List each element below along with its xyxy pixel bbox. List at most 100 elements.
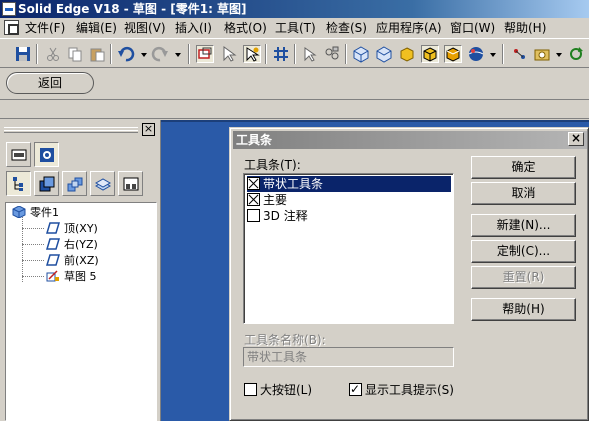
toolbar-list-label: 工具条(T): <box>244 158 301 172</box>
redo-dropdown-icon[interactable] <box>175 53 181 57</box>
list-item-3d-annotation[interactable]: 3D 注释 <box>247 208 451 224</box>
shaded-visible-edges-icon[interactable] <box>444 45 462 63</box>
document-icon[interactable] <box>4 20 19 35</box>
list-item-main[interactable]: 主要 <box>247 192 451 208</box>
ribbon-strip <box>0 101 589 119</box>
show-tooltips-option[interactable]: 显示工具提示(S) <box>349 381 454 398</box>
large-buttons-option[interactable]: 大按钮(L) <box>244 382 312 398</box>
plane-icon <box>46 254 60 266</box>
show-tooltips-checkbox[interactable] <box>349 381 362 397</box>
tree-item-label: 草图 5 <box>64 270 97 283</box>
cut-icon[interactable] <box>44 45 62 63</box>
back-button[interactable]: 返回 <box>6 72 94 94</box>
tree-item-label: 零件1 <box>30 206 59 219</box>
tree-item-label: 顶(XY) <box>64 222 98 235</box>
pane-tab-sheets-button[interactable] <box>90 171 115 196</box>
menu-insert[interactable]: 插入(I) <box>173 20 214 36</box>
select-tool-icon[interactable] <box>220 45 238 63</box>
menu-file[interactable]: 文件(F) <box>23 20 67 36</box>
pane-tab-parts-button[interactable] <box>62 171 87 196</box>
tree-item-top-plane[interactable]: 顶(XY) <box>46 221 98 237</box>
pane-close-button[interactable]: × <box>142 123 155 136</box>
groups-icon <box>123 177 139 191</box>
plane-icon <box>46 238 60 250</box>
menu-tools[interactable]: 工具(T) <box>273 20 318 36</box>
pane-tab-library-button[interactable] <box>6 142 31 167</box>
relations-icon[interactable] <box>323 45 341 63</box>
large-buttons-checkbox[interactable] <box>244 383 257 396</box>
menu-view[interactable]: 视图(V) <box>122 20 168 36</box>
camera-dropdown-icon[interactable] <box>556 53 562 57</box>
tree-item-front-plane[interactable]: 前(XZ) <box>46 253 99 269</box>
part-icon <box>12 206 26 218</box>
list-item-ribbon[interactable]: 带状工具条 <box>247 176 451 192</box>
list-item-label: 带状工具条 <box>263 177 324 191</box>
customize-button[interactable]: 定制(C)... <box>471 240 576 263</box>
command-bar: 返回 <box>0 68 589 100</box>
camera-icon[interactable] <box>533 45 551 63</box>
view-iso-icon[interactable] <box>352 45 370 63</box>
render-sphere-icon[interactable] <box>467 45 485 63</box>
menu-edit[interactable]: 编辑(E) <box>74 20 119 36</box>
show-tooltips-label: 显示工具提示(S) <box>365 383 454 397</box>
undo-dropdown-icon[interactable] <box>141 53 147 57</box>
smart-select-icon[interactable] <box>243 45 261 63</box>
save-icon[interactable] <box>14 45 32 63</box>
pane-tab-layers-button[interactable] <box>34 171 59 196</box>
redo-icon[interactable] <box>151 45 169 63</box>
graphics-border <box>161 120 589 122</box>
toolbar-name-label: 工具条名称(B): <box>244 333 326 347</box>
toolbars-dialog: 工具条 × 工具条(T): 带状工具条 主要 3D 注释 确定 取消 新建(N)… <box>229 127 589 421</box>
sensor-icon[interactable] <box>510 45 528 63</box>
new-button[interactable]: 新建(N)... <box>471 214 576 237</box>
pane-tab-settings-button[interactable] <box>34 142 59 167</box>
reset-button[interactable]: 重置(R) <box>471 266 576 289</box>
refresh-icon[interactable] <box>567 45 585 63</box>
undo-icon[interactable] <box>117 45 135 63</box>
render-dropdown-icon[interactable] <box>490 53 496 57</box>
3d-annotation-checkbox[interactable] <box>247 209 260 222</box>
help-button[interactable]: 帮助(H) <box>471 298 576 321</box>
tree-item-label: 前(XZ) <box>64 254 99 267</box>
parts-icon <box>67 177 83 192</box>
tree-item-right-plane[interactable]: 右(YZ) <box>46 237 98 253</box>
menu-window[interactable]: 窗口(W) <box>448 20 497 36</box>
pane-tab-groups-button[interactable] <box>118 171 143 196</box>
view-front-icon[interactable] <box>375 45 393 63</box>
main-checkbox[interactable] <box>247 193 260 206</box>
ok-button[interactable]: 确定 <box>471 156 576 179</box>
tree-item-label: 右(YZ) <box>64 238 98 251</box>
ribbon-checkbox[interactable] <box>247 177 260 190</box>
paste-icon[interactable] <box>88 45 106 63</box>
window-title-bar: Solid Edge V18 - 草图 - [零件1: 草图] <box>0 0 589 18</box>
shaded-edges-icon[interactable] <box>421 45 439 63</box>
pane-tab-feature-tree-button[interactable] <box>6 171 31 196</box>
sketch-icon <box>46 270 59 282</box>
menu-format[interactable]: 格式(O) <box>222 20 269 36</box>
edgebar-pane: × 零件1 顶(XY) 右(YZ) 前(XZ) 草图 5 <box>0 120 158 421</box>
menu-applications[interactable]: 应用程序(A) <box>374 20 444 36</box>
menu-inspect[interactable]: 检查(S) <box>324 20 369 36</box>
list-item-label: 3D 注释 <box>263 209 308 223</box>
dialog-title: 工具条 <box>236 133 273 147</box>
dimension-icon[interactable] <box>300 45 318 63</box>
tree-item-sketch[interactable]: 草图 5 <box>46 269 97 285</box>
feature-tree-icon <box>13 177 23 191</box>
toolbar-list[interactable]: 带状工具条 主要 3D 注释 <box>243 173 454 324</box>
cancel-button[interactable]: 取消 <box>471 182 576 205</box>
copy-icon[interactable] <box>66 45 84 63</box>
sketch-view-icon[interactable] <box>196 45 214 63</box>
menu-help[interactable]: 帮助(H) <box>502 20 548 36</box>
layers-icon <box>39 176 55 192</box>
dialog-close-icon[interactable]: × <box>568 132 584 146</box>
menu-bar: 文件(F) 编辑(E) 视图(V) 插入(I) 格式(O) 工具(T) 检查(S… <box>0 18 589 38</box>
shaded-icon[interactable] <box>398 45 416 63</box>
dialog-title-bar: 工具条 <box>233 131 587 149</box>
tree-item-part[interactable]: 零件1 <box>12 205 59 221</box>
sheets-icon <box>95 178 111 191</box>
app-icon <box>2 2 16 16</box>
grid-icon[interactable] <box>272 45 290 63</box>
feature-tree: 零件1 顶(XY) 右(YZ) 前(XZ) 草图 5 <box>5 202 157 421</box>
toolbar-name-field[interactable]: 带状工具条 <box>243 347 454 367</box>
pane-grip[interactable] <box>4 127 138 133</box>
